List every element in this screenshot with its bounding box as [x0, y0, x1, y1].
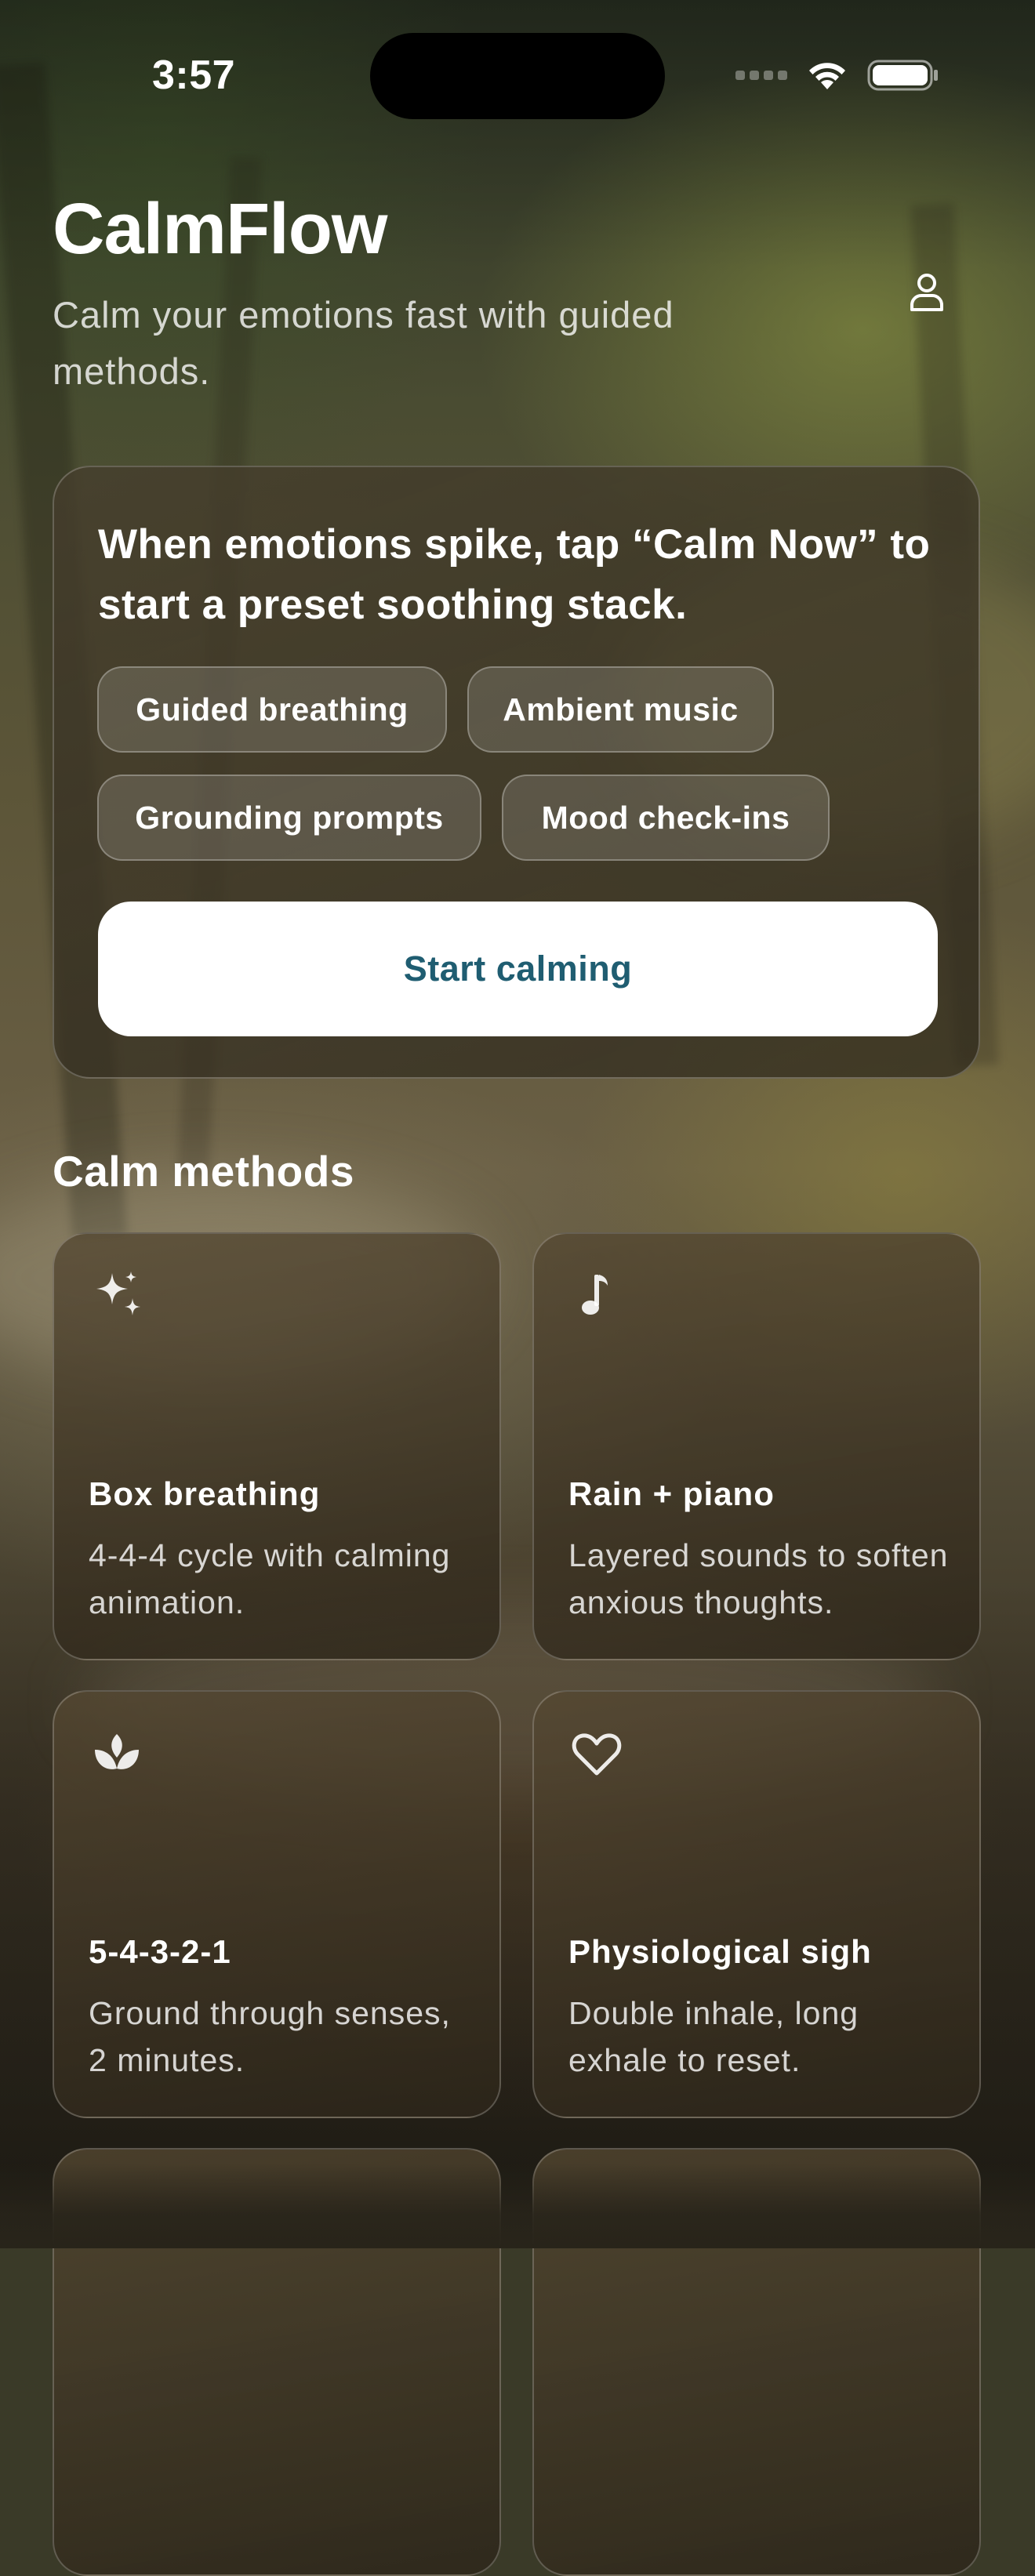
status-time: 3:57 [152, 53, 236, 98]
profile-button[interactable] [902, 267, 952, 317]
method-card-rain-piano[interactable]: Rain + piano Layered sounds to soften an… [532, 1232, 981, 1660]
method-title: Box breathing [89, 1475, 321, 1512]
method-title: Rain + piano [568, 1475, 775, 1512]
battery-icon [867, 60, 938, 91]
sparkles-icon [89, 1268, 145, 1325]
lotus-icon [89, 1726, 145, 1783]
method-description: Ground through senses, 2 minutes. [89, 1995, 451, 2078]
music-note-icon [568, 1268, 625, 1325]
method-description: Layered sounds to soften anxious thought… [568, 1537, 949, 1620]
app-subtitle: Calm your emotions fast with guided meth… [53, 294, 674, 392]
wifi-icon [809, 63, 845, 89]
cellular-signal-icon [735, 71, 787, 80]
method-card-physiological-sigh[interactable]: Physiological sigh Double inhale, long e… [532, 1690, 981, 2118]
chip-ambient-music[interactable]: Ambient music [467, 666, 774, 753]
calm-methods-heading: Calm methods [53, 1147, 354, 1195]
method-card-grounding[interactable]: 5-4-3-2-1 Ground through senses, 2 minut… [53, 1690, 501, 2118]
method-description: Double inhale, long exhale to reset. [568, 1995, 859, 2078]
dynamic-island [370, 33, 665, 119]
chip-grounding-prompts[interactable]: Grounding prompts [97, 775, 481, 861]
status-icons [735, 58, 939, 93]
start-calming-button[interactable]: Start calming [98, 902, 938, 1036]
method-title: Physiological sigh [568, 1933, 872, 1970]
method-card-box-breathing[interactable]: Box breathing 4-4-4 cycle with calming a… [53, 1232, 501, 1660]
method-description: 4-4-4 cycle with calming animation. [89, 1537, 451, 1620]
chip-guided-breathing[interactable]: Guided breathing [97, 666, 447, 753]
calm-now-card: When emotions spike, tap “Calm Now” to s… [53, 466, 980, 1079]
bottom-fade [0, 2164, 1035, 2248]
person-icon [910, 274, 943, 311]
method-title: 5-4-3-2-1 [89, 1933, 231, 1970]
app-title: CalmFlow [53, 189, 387, 269]
chip-mood-check-ins[interactable]: Mood check-ins [502, 775, 830, 861]
calm-now-prompt: When emotions spike, tap “Calm Now” to s… [98, 521, 931, 628]
heart-icon [568, 1726, 625, 1783]
